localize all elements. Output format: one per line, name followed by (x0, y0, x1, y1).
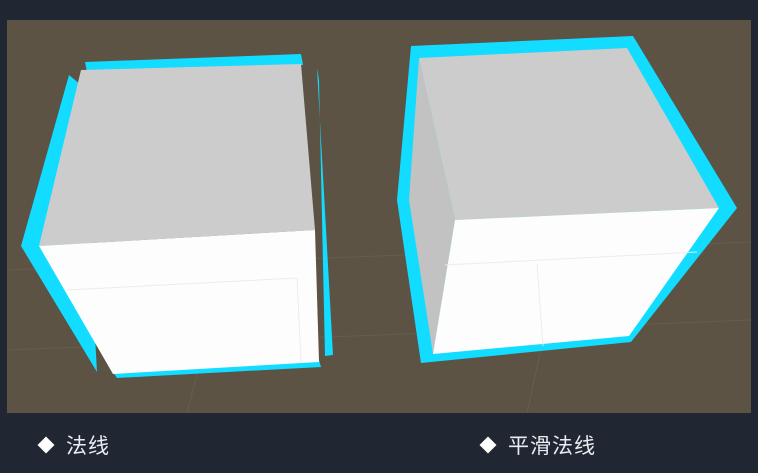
cube-top-face (419, 48, 719, 220)
caption-label: 法线 (66, 433, 110, 458)
cube-split-normals (21, 54, 333, 378)
diamond-bullet-icon (37, 436, 55, 453)
caption-bar: 法线 平滑法线 (0, 416, 758, 473)
cube-front-face (39, 230, 319, 374)
caption-label: 平滑法线 (508, 433, 596, 458)
caption-smooth-normals: 平滑法线 (479, 416, 596, 473)
caption-normals: 法线 (37, 416, 110, 473)
cube-top-face (39, 64, 315, 246)
outline-right-fragment (317, 68, 333, 356)
scene-viewport (7, 20, 751, 413)
diamond-bullet-icon (479, 436, 497, 453)
cube-smooth-normals (397, 36, 737, 363)
scene-canvas (7, 36, 751, 413)
